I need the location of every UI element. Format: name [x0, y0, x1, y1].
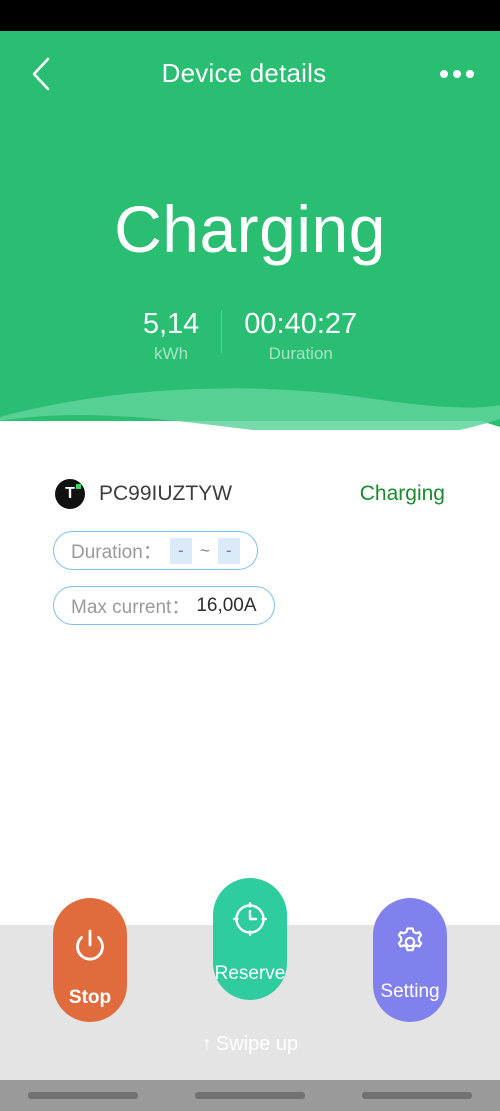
- tuya-logo-accent: [76, 484, 81, 489]
- max-current-label: Max current：: [71, 597, 191, 618]
- stop-button-label: Stop: [68, 987, 112, 1008]
- stat-energy-label: kWh: [154, 344, 189, 364]
- android-navigation-bar[interactable]: [0, 1080, 500, 1111]
- tuya-logo-icon: T: [55, 479, 85, 509]
- charging-state-title: Charging: [114, 192, 386, 266]
- hero-stats: 5,14 kWh 00:40:27 Duration: [0, 308, 500, 367]
- nav-home-button[interactable]: [194, 1092, 305, 1099]
- clock-icon: [231, 900, 269, 938]
- duration-end-value[interactable]: -: [217, 537, 240, 564]
- more-dot: [466, 69, 474, 78]
- more-dot: [440, 69, 448, 78]
- max-current-value: 16,00A: [196, 594, 257, 616]
- stop-button[interactable]: Stop: [53, 898, 127, 1022]
- device-status-badge: Charging: [359, 482, 445, 505]
- reserve-button[interactable]: Reserve: [213, 878, 287, 1000]
- setting-button[interactable]: Setting: [373, 898, 447, 1022]
- nav-recents-button[interactable]: [361, 1092, 472, 1099]
- stat-energy: 5,14 kWh: [121, 308, 221, 367]
- arrow-up-icon: ↑: [201, 1033, 212, 1055]
- status-bar: [0, 0, 500, 31]
- duration-start-value[interactable]: -: [169, 537, 192, 564]
- more-dot: [453, 69, 461, 78]
- content-area: T PC99IUZTYW Charging Duration： - ~ - Ma…: [0, 430, 500, 950]
- duration-field[interactable]: Duration： - ~ -: [53, 531, 258, 570]
- page-title: Device details: [161, 58, 327, 88]
- phone-screen: Device details Charging 5,14 kWh 00:40:2…: [0, 0, 500, 1111]
- max-current-field[interactable]: Max current： 16,00A: [53, 586, 275, 625]
- device-id: PC99IUZTYW: [99, 482, 233, 505]
- setting-button-label: Setting: [380, 981, 440, 1002]
- stat-duration-label: Duration: [268, 344, 333, 364]
- device-row[interactable]: T PC99IUZTYW Charging: [55, 478, 445, 510]
- stat-duration: 00:40:27 Duration: [222, 308, 379, 367]
- swipe-up-hint[interactable]: ↑ Swipe up: [0, 1033, 500, 1056]
- stat-duration-value: 00:40:27: [244, 308, 358, 340]
- swipe-up-label: Swipe up: [215, 1033, 299, 1055]
- duration-field-label: Duration：: [71, 542, 162, 563]
- duration-range-separator: ~: [199, 540, 210, 560]
- tuya-logo-letter: T: [65, 484, 75, 502]
- stat-energy-value: 5,14: [142, 308, 200, 340]
- gear-icon: [392, 924, 428, 960]
- nav-back-button[interactable]: [28, 1092, 139, 1099]
- chevron-left-icon: [32, 57, 50, 90]
- more-options-button[interactable]: [426, 43, 488, 105]
- power-icon: [70, 926, 110, 966]
- app-bar: Device details: [0, 31, 500, 116]
- reserve-button-label: Reserve: [214, 963, 286, 984]
